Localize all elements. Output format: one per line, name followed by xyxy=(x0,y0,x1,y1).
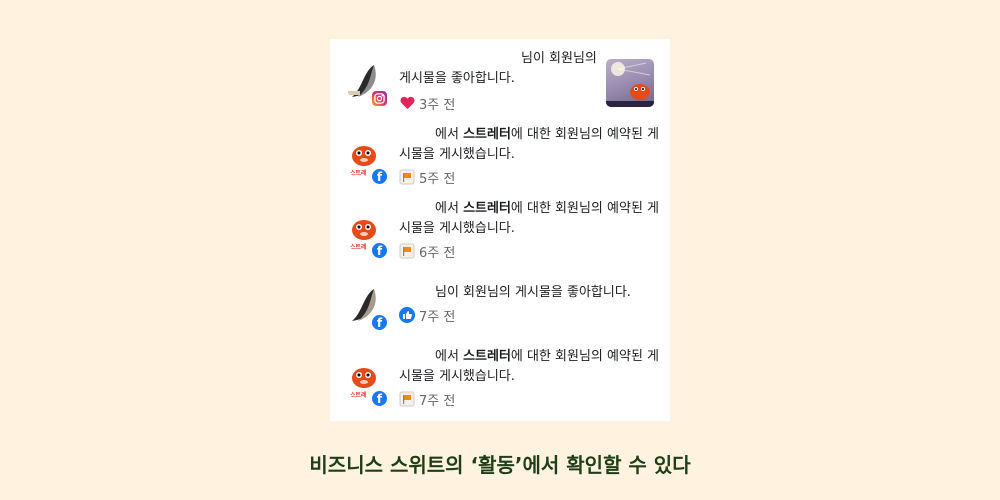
avatar: f xyxy=(340,283,388,331)
heart-icon xyxy=(399,95,415,111)
notification-text: 에서 스트레터에 대한 회원님의 예약된 게시물을 게시했습니다. xyxy=(399,127,659,162)
notification-time: 6주 전 xyxy=(419,245,456,261)
notification-item[interactable]: 스트레 f 에서 스트레터에 대한 회원님의 예약된 게시물을 게시했습니다. … xyxy=(330,125,670,191)
flag-icon xyxy=(399,243,415,259)
notification-meta: 7주 전 xyxy=(399,306,456,325)
flag-icon xyxy=(399,169,415,185)
avatar: 스트레 f xyxy=(340,211,388,259)
notification-meta: 3주 전 xyxy=(399,94,456,113)
post-thumbnail[interactable] xyxy=(606,59,654,107)
activity-panel: 님이 회원님의 게시물을 좋아합니다. 3주 전 스트레 f 에서 스트레터에 … xyxy=(330,39,670,421)
notification-text: 에서 스트레터에 대한 회원님의 예약된 게시물을 게시했습니다. xyxy=(399,201,659,236)
notification-time: 7주 전 xyxy=(419,393,456,409)
notification-text: 님이 회원님의 게시물을 좋아합니다. xyxy=(435,285,631,300)
flag-icon xyxy=(399,391,415,407)
like-icon xyxy=(399,307,415,323)
notification-meta: 7주 전 xyxy=(399,390,456,409)
notification-time: 3주 전 xyxy=(419,97,456,113)
avatar-label: 스트레 xyxy=(350,170,367,177)
notification-item[interactable]: f 님이 회원님의 게시물을 좋아합니다. 7주 전 xyxy=(330,283,670,333)
facebook-icon: f xyxy=(371,168,388,185)
facebook-icon: f xyxy=(371,242,388,259)
notification-meta: 5주 전 xyxy=(399,168,456,187)
notification-item[interactable]: 스트레 f 에서 스트레터에 대한 회원님의 예약된 게시물을 게시했습니다. … xyxy=(330,347,670,413)
avatar: 스트레 f xyxy=(340,359,388,407)
notification-meta: 6주 전 xyxy=(399,242,456,261)
facebook-icon: f xyxy=(371,314,388,331)
avatar-label: 스트레 xyxy=(350,244,367,251)
caption: 비즈니스 스위트의 ‘활동’에서 확인할 수 있다 xyxy=(309,453,691,477)
notification-time: 7주 전 xyxy=(419,309,456,325)
avatar: 스트레 f xyxy=(340,137,388,185)
facebook-icon: f xyxy=(371,390,388,407)
notification-item[interactable]: 님이 회원님의 게시물을 좋아합니다. 3주 전 xyxy=(330,51,670,116)
notification-item[interactable]: 스트레 f 에서 스트레터에 대한 회원님의 예약된 게시물을 게시했습니다. … xyxy=(330,199,670,265)
notification-text: 에서 스트레터에 대한 회원님의 예약된 게시물을 게시했습니다. xyxy=(399,349,659,384)
avatar-label: 스트레 xyxy=(350,392,367,399)
notification-time: 5주 전 xyxy=(419,171,456,187)
instagram-icon xyxy=(371,90,388,107)
avatar xyxy=(340,59,388,107)
